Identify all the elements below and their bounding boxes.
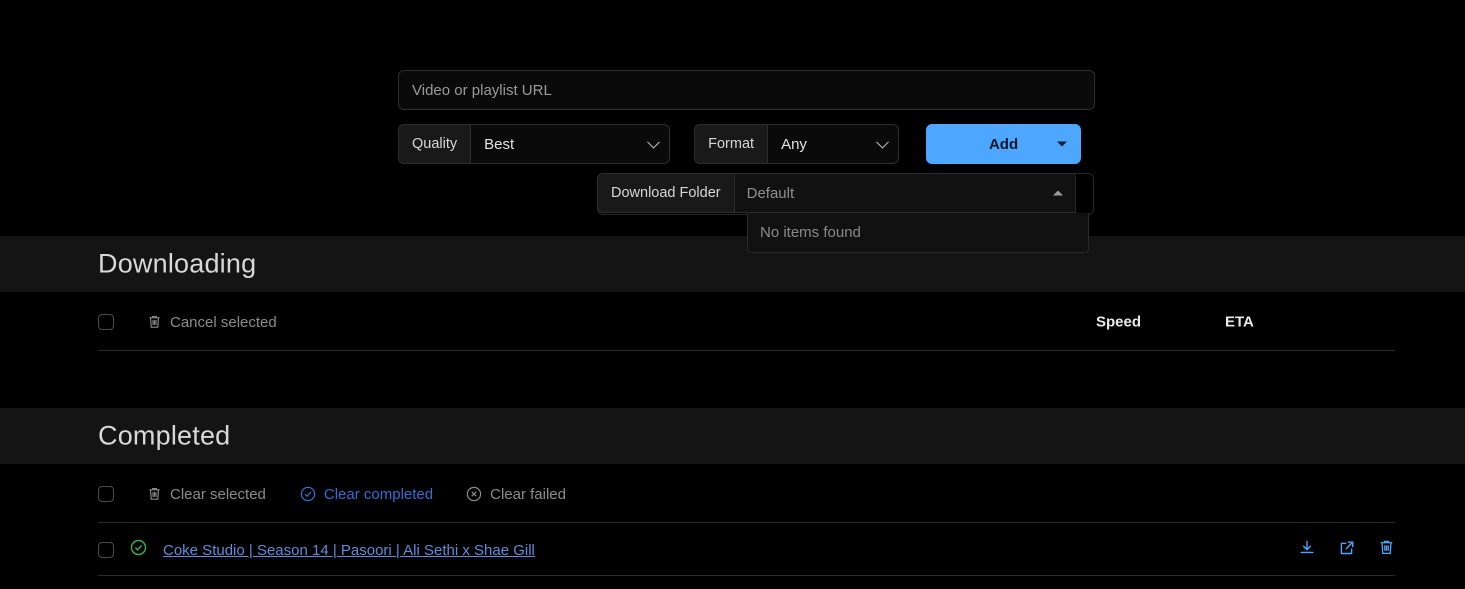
completed-divider-top [98,522,1395,523]
completed-row-main: Coke Studio | Season 14 | Pasoori | Ali … [98,539,535,561]
row-select-checkbox[interactable] [98,542,114,558]
download-folder-menu[interactable]: No items found [747,213,1089,253]
chevron-down-icon [647,135,661,149]
table-row: Coke Studio | Season 14 | Pasoori | Ali … [0,524,1465,576]
url-input-row [398,70,1095,110]
trash-icon[interactable] [1378,539,1395,561]
url-input[interactable] [398,70,1095,110]
downloading-select-all-checkbox[interactable] [98,314,114,330]
completed-row-actions [1298,539,1395,562]
column-header-eta: ETA [1225,313,1254,331]
add-button-label: Add [988,135,1019,153]
completed-row-title[interactable]: Coke Studio | Season 14 | Pasoori | Ali … [163,542,535,559]
downloading-toolbar: Cancel selected Speed ETA [0,294,1465,350]
format-label: Format [694,124,768,164]
completed-select-all-checkbox[interactable] [98,486,114,502]
trash-icon [147,486,162,502]
format-group: Format Any [694,124,900,164]
quality-group: Quality Best [398,124,671,164]
download-folder-label: Download Folder [597,173,734,213]
download-icon[interactable] [1298,539,1316,562]
download-folder-select[interactable]: Default [733,173,1076,213]
format-select[interactable]: Any [767,124,900,164]
downloading-divider [98,350,1395,351]
clear-completed-button[interactable]: Clear completed [300,486,433,503]
options-row: Quality Best Format Any Add [398,124,1082,164]
check-circle-icon [130,539,147,561]
clear-failed-button[interactable]: Clear failed [466,486,566,503]
downloading-section-header: Downloading [0,236,1465,292]
clear-failed-label: Clear failed [490,485,566,503]
completed-section-header: Completed [0,408,1465,464]
format-value: Any [781,135,807,153]
quality-value: Best [484,135,515,153]
quality-select[interactable]: Best [470,124,671,164]
completed-divider-bottom [98,575,1395,576]
downloading-toolbar-actions: Cancel selected [98,314,277,331]
chevron-up-icon [1052,190,1063,196]
add-button[interactable]: Add [926,124,1082,164]
trash-icon [147,314,162,330]
clear-selected-button[interactable]: Clear selected [147,486,266,503]
cancel-selected-button[interactable]: Cancel selected [147,314,277,331]
check-circle-icon [300,486,316,502]
completed-title: Completed [98,420,231,451]
completed-toolbar-actions: Clear selected Clear completed Clear fai… [98,486,566,503]
download-form: Quality Best Format Any Add Download Fol… [0,0,1465,253]
quality-label: Quality [398,124,471,164]
cancel-selected-label: Cancel selected [170,313,277,331]
clear-completed-label: Clear completed [323,485,434,503]
download-folder-group: Download Folder Default [597,173,1076,213]
clear-selected-label: Clear selected [170,485,266,503]
download-folder-value: Default [746,184,795,202]
download-folder-menu-item[interactable]: No items found [748,213,1088,252]
x-circle-icon [466,486,482,502]
chevron-down-icon [876,135,889,149]
external-link-icon[interactable] [1338,539,1356,562]
caret-down-icon[interactable] [1057,141,1068,147]
downloading-title: Downloading [98,248,257,279]
column-header-speed: Speed [1096,313,1142,331]
completed-toolbar: Clear selected Clear completed Clear fai… [0,466,1465,522]
